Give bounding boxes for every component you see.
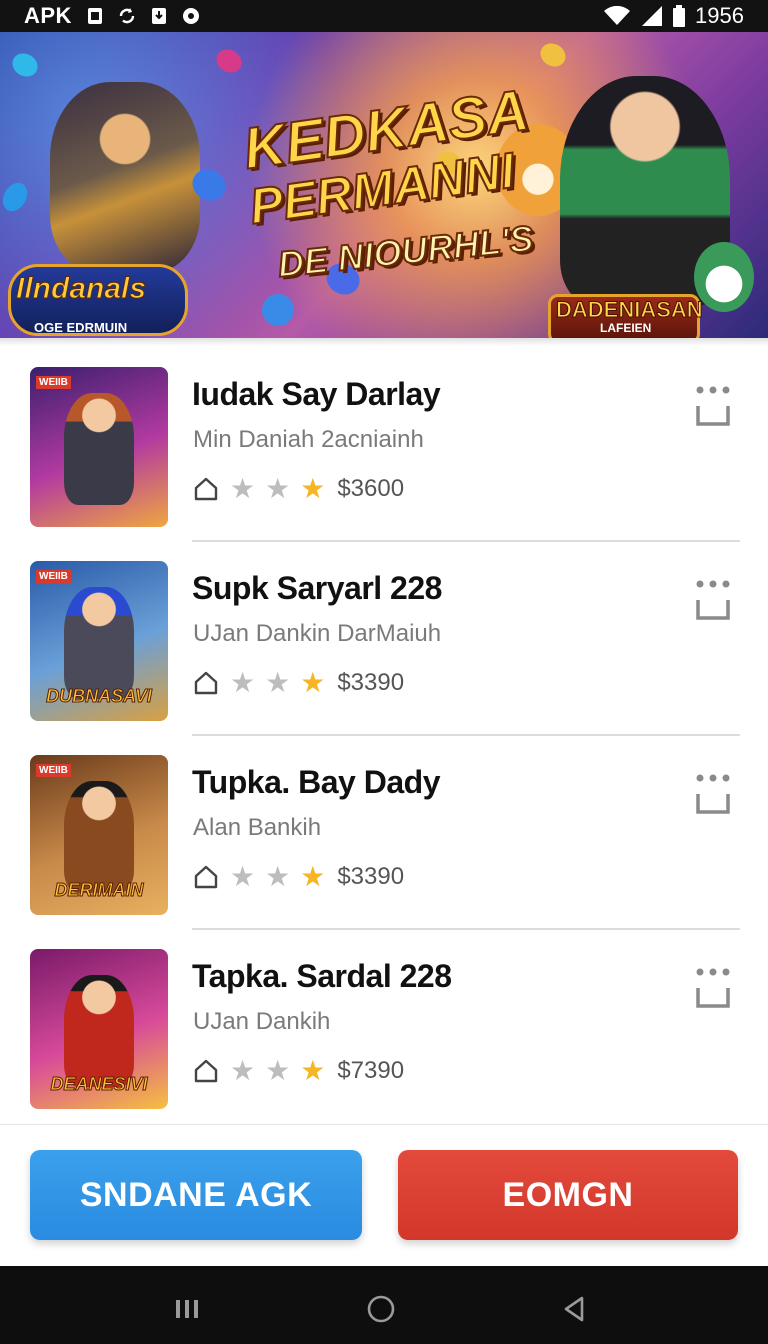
download-icon: [151, 8, 166, 24]
game-title: Tupka. Bay Dady: [192, 764, 440, 800]
sim-icon: [87, 8, 102, 24]
game-meta: ★ ★ ★ $3390: [192, 668, 404, 698]
game-title: Tapka. Sardal 228: [192, 958, 452, 994]
thumbnail-character: [64, 587, 134, 699]
home-icon: [194, 1059, 218, 1083]
banner-logo-subtitle: OGE EDRMUIN: [34, 320, 128, 335]
thumbnail-label: DERIMAIN: [54, 880, 144, 901]
wifi-icon: [604, 6, 631, 25]
game-thumbnail[interactable]: DEANESIVI: [30, 949, 168, 1109]
more-options-icon[interactable]: [694, 966, 732, 1012]
gem-icon: [212, 44, 246, 78]
star-icon: ★: [300, 1055, 326, 1086]
sync-icon: [119, 8, 135, 24]
battery-icon: [673, 5, 686, 27]
primary-action-button[interactable]: SNDANE AGK: [30, 1150, 362, 1240]
game-price: $3390: [337, 669, 405, 696]
game-title: Iudak Say Darlay: [192, 376, 441, 412]
star-icon: ★: [230, 861, 256, 892]
thumbnail-tag: WEIIB: [36, 376, 71, 389]
game-price: $3600: [337, 475, 405, 502]
banner-title-line3: DE NIOURHL'S: [275, 216, 536, 286]
thumbnail-label: DEANESIVI: [50, 1074, 148, 1095]
star-icon: ★: [265, 667, 291, 698]
more-options-icon[interactable]: [694, 578, 732, 624]
star-icon: ★: [300, 667, 326, 698]
status-carrier: APK: [24, 3, 72, 28]
home-icon: [194, 671, 218, 695]
star-icon: ★: [265, 1055, 291, 1086]
game-subtitle: UJan Dankin DarMaiuh: [193, 620, 442, 647]
thumbnail-character: [64, 781, 134, 893]
back-icon[interactable]: [560, 1294, 590, 1324]
star-icon: ★: [265, 861, 291, 892]
star-icon: ★: [230, 1055, 256, 1086]
signal-icon: [642, 6, 663, 26]
home-icon: [194, 865, 218, 889]
game-list-item[interactable]: WEIIB DUBNASAVI Supk Saryarl 228 UJan Da…: [0, 534, 768, 736]
star-icon: ★: [300, 861, 326, 892]
star-icon: ★: [300, 473, 326, 504]
thumbnail-character: [64, 975, 134, 1087]
status-time: 1956: [695, 3, 744, 28]
game-meta: ★ ★ ★ $3600: [192, 474, 404, 504]
star-icon: ★: [230, 667, 256, 698]
thumbnail-label: DUBNASAVI: [46, 686, 153, 707]
banner-logo-title: Ilndanals: [15, 272, 147, 306]
game-list-item[interactable]: WEIIB DERIMAIN Tupka. Bay Dady Alan Bank…: [0, 728, 768, 930]
game-price: $7390: [337, 1057, 405, 1084]
game-subtitle: Min Daniah 2acniainh: [193, 426, 424, 453]
game-thumbnail[interactable]: WEIIB DERIMAIN: [30, 755, 168, 915]
gem-icon: [256, 288, 300, 332]
game-price: $3390: [337, 863, 405, 890]
banner-mascot-dog: [694, 242, 754, 312]
star-icon: ★: [230, 473, 256, 504]
home-nav-icon[interactable]: [366, 1294, 396, 1324]
game-thumbnail[interactable]: WEIIB: [30, 367, 168, 527]
thumbnail-tag: WEIIB: [36, 570, 71, 583]
more-options-icon[interactable]: [694, 772, 732, 818]
game-meta: ★ ★ ★ $7390: [192, 1056, 404, 1086]
gem-icon: [0, 178, 33, 216]
status-bar: APK 1956: [0, 0, 768, 32]
secondary-action-button[interactable]: EOMGN: [398, 1150, 738, 1240]
game-title: Supk Saryarl 228: [192, 570, 442, 606]
gem-icon: [536, 38, 570, 72]
record-icon: [182, 8, 199, 24]
more-options-icon[interactable]: [694, 384, 732, 430]
thumbnail-character: [64, 393, 134, 505]
banner-hero-left: [50, 82, 200, 272]
banner-badge-title: DADENIASAN: [556, 297, 704, 323]
game-list-item[interactable]: DEANESIVI Tapka. Sardal 228 UJan Dankih …: [0, 922, 768, 1116]
home-icon: [194, 477, 218, 501]
game-meta: ★ ★ ★ $3390: [192, 862, 404, 892]
game-subtitle: Alan Bankih: [193, 814, 322, 841]
star-icon: ★: [265, 473, 291, 504]
game-thumbnail[interactable]: WEIIB DUBNASAVI: [30, 561, 168, 721]
thumbnail-tag: WEIIB: [36, 764, 71, 777]
recents-icon[interactable]: [172, 1294, 202, 1324]
gem-icon: [8, 48, 42, 82]
game-list-item[interactable]: WEIIB Iudak Say Darlay Min Daniah 2acnia…: [0, 340, 768, 542]
banner-badge-subtitle: LAFEIEN: [600, 321, 652, 335]
promo-banner[interactable]: Ilndanals OGE EDRMUIN KEDKASA PERMANNI D…: [0, 32, 768, 338]
game-subtitle: UJan Dankih: [193, 1008, 331, 1035]
